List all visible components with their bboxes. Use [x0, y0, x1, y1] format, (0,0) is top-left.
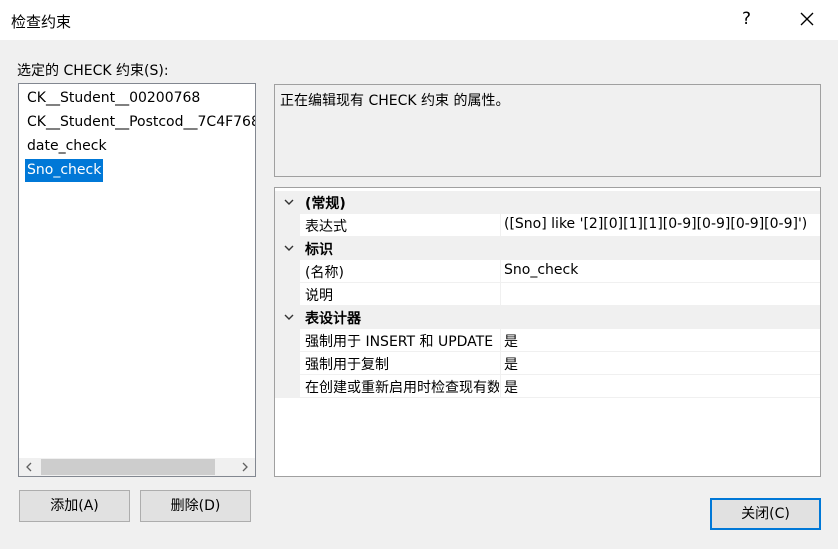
property-row-name[interactable]: (名称) Sno_check	[275, 260, 820, 283]
category-general[interactable]: (常规)	[275, 191, 820, 214]
property-value[interactable]: 是	[504, 354, 518, 374]
property-value[interactable]: Sno_check	[504, 262, 578, 278]
list-item[interactable]: date_check	[25, 135, 109, 158]
list-item[interactable]: CK__Student__00200768	[25, 87, 202, 110]
property-row-check-existing[interactable]: 在创建或重新启用时检查现有数据 是	[275, 375, 820, 398]
property-name: 强制用于复制	[305, 357, 389, 373]
property-row-enforce-insert-update[interactable]: 强制用于 INSERT 和 UPDATE 是	[275, 329, 820, 352]
scroll-right-icon[interactable]	[239, 460, 251, 474]
chevron-down-icon[interactable]	[282, 310, 296, 324]
chevron-down-icon[interactable]	[282, 241, 296, 255]
delete-button[interactable]: 删除(D)	[140, 490, 251, 522]
list-item[interactable]: CK__Student__Postcod__7C4F7684	[25, 111, 255, 134]
constraints-listbox[interactable]: CK__Student__00200768 CK__Student__Postc…	[18, 83, 256, 477]
constraints-list-label: 选定的 CHECK 约束(S):	[17, 63, 169, 79]
scrollbar-thumb[interactable]	[41, 459, 215, 475]
property-value[interactable]: ([Sno] like '[2][0][1][1][0-9][0-9][0-9]…	[504, 216, 807, 232]
description-box: 正在编辑现有 CHECK 约束 的属性。	[274, 84, 821, 177]
help-button[interactable]: ?	[742, 9, 751, 29]
close-button[interactable]: 关闭(C)	[710, 498, 821, 530]
property-value[interactable]: 是	[504, 331, 518, 351]
property-name: 说明	[305, 288, 333, 304]
category-table-designer[interactable]: 表设计器	[275, 306, 820, 329]
chevron-down-icon[interactable]	[282, 195, 296, 209]
property-grid[interactable]: (常规) 表达式 ([Sno] like '[2][0][1][1][0-9][…	[274, 187, 821, 477]
category-label: 表设计器	[305, 311, 361, 327]
property-name: 在创建或重新启用时检查现有数据	[305, 380, 499, 396]
close-icon[interactable]	[797, 9, 817, 29]
category-label: 标识	[305, 242, 333, 258]
property-value[interactable]: 是	[504, 377, 518, 397]
list-item-selected[interactable]: Sno_check	[25, 159, 104, 182]
property-row-expression[interactable]: 表达式 ([Sno] like '[2][0][1][1][0-9][0-9][…	[275, 214, 820, 237]
category-identity[interactable]: 标识	[275, 237, 820, 260]
property-name: 表达式	[305, 219, 347, 235]
add-button[interactable]: 添加(A)	[19, 490, 130, 522]
property-name: 强制用于 INSERT 和 UPDATE	[305, 334, 494, 350]
property-name: (名称)	[305, 265, 344, 281]
title-bar: 检查约束 ?	[0, 0, 838, 40]
window-title: 检查约束	[11, 13, 72, 31]
property-row-enforce-replication[interactable]: 强制用于复制 是	[275, 352, 820, 375]
property-row-description[interactable]: 说明	[275, 283, 820, 306]
scroll-left-icon[interactable]	[23, 460, 35, 474]
horizontal-scrollbar[interactable]	[19, 458, 255, 476]
description-text: 正在编辑现有 CHECK 约束 的属性。	[280, 93, 510, 109]
category-label: (常规)	[305, 196, 346, 212]
